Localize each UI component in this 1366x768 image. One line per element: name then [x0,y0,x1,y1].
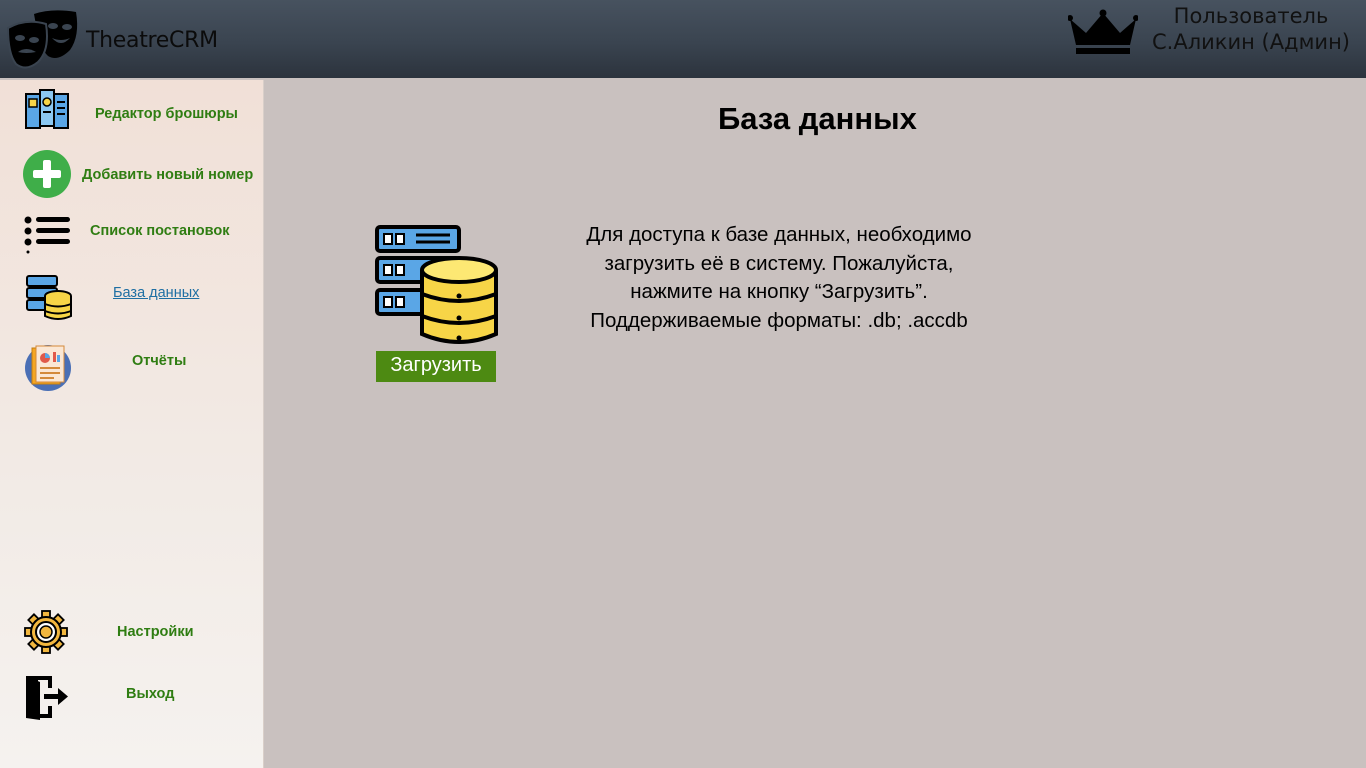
sidebar-item-label: Редактор брошюры [95,106,238,122]
top-header: TheatreCRM Пользователь С.Аликин (Админ) [0,0,1366,78]
database-icon [26,275,72,320]
theatre-masks-icon [6,10,78,69]
exit-door-icon [26,676,68,720]
sidebar-item-database[interactable]: База данных [0,270,263,326]
info-line: Поддерживаемые форматы: .db; .accdb [590,308,968,332]
sidebar-item-settings[interactable]: Настройки [0,608,263,664]
report-icon [25,345,71,391]
sidebar-item-reports[interactable]: Отчёты [0,338,263,394]
page-title: База данных [718,101,917,136]
database-icon [375,225,498,344]
sidebar-item-label: Список постановок [90,223,230,239]
crown-icon [1068,9,1138,54]
sidebar-item-brochure-editor[interactable]: Редактор брошюры [0,86,263,142]
brochure-icon [25,89,69,129]
app-title: TheatreCRM [86,28,218,53]
database-info-text: Для доступа к базе данных, необходимо за… [540,221,1018,335]
user-role-label: Пользователь [1173,4,1329,28]
gear-icon [24,610,68,654]
user-name-label: С.Аликин (Админ) [1151,30,1350,54]
info-line: нажмите на кнопку “Загрузить”. [630,280,928,303]
user-info[interactable]: Пользователь С.Аликин (Админ) [1146,3,1356,55]
info-line: загрузить её в систему. Пожалуйста, [604,251,954,275]
sidebar-item-label: Отчёты [132,353,187,369]
sidebar-item-label: Выход [126,686,175,702]
plus-circle-icon [23,150,71,198]
sidebar-item-exit[interactable]: Выход [0,672,263,728]
sidebar-item-productions-list[interactable]: Список постановок [0,208,263,264]
sidebar-item-label: База данных [113,285,200,301]
upload-button[interactable]: Загрузить [376,351,496,382]
sidebar: Редактор брошюры Добавить новый номер Сп… [0,80,264,768]
list-icon [24,216,70,254]
sidebar-item-add-new[interactable]: Добавить новый номер [0,146,263,202]
sidebar-item-label: Настройки [117,624,194,640]
sidebar-item-label: Добавить новый номер [82,167,254,183]
info-line: Для доступа к базе данных, необходимо [586,223,972,246]
